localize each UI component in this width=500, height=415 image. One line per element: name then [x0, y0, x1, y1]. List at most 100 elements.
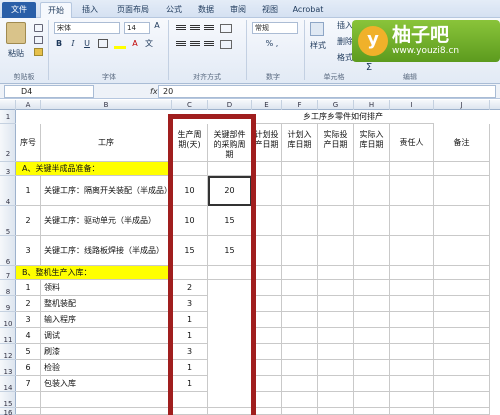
cell[interactable]: [318, 344, 354, 360]
cell[interactable]: [252, 376, 282, 392]
cell[interactable]: [354, 312, 390, 328]
cell[interactable]: [208, 392, 252, 408]
align-top-icon[interactable]: [176, 24, 186, 33]
align-right-icon[interactable]: [204, 40, 214, 49]
cell[interactable]: [354, 360, 390, 376]
row-header[interactable]: 2: [0, 124, 16, 162]
cell[interactable]: [354, 328, 390, 344]
cell[interactable]: [41, 392, 172, 408]
copy-icon[interactable]: [34, 36, 43, 44]
cell[interactable]: [172, 266, 208, 280]
format-painter-icon[interactable]: [34, 48, 43, 56]
column-header[interactable]: F: [282, 100, 318, 110]
row-header[interactable]: 3: [0, 162, 16, 176]
column-header[interactable]: A: [16, 100, 41, 110]
tab-view[interactable]: 视图: [256, 2, 284, 18]
cell[interactable]: [252, 236, 282, 266]
cell[interactable]: [252, 162, 282, 176]
cell[interactable]: [434, 360, 490, 376]
tab-file[interactable]: 文件: [2, 2, 36, 18]
row-process[interactable]: 关键工序：驱动单元（半成品）: [41, 206, 172, 236]
cell[interactable]: [252, 344, 282, 360]
row-cycle[interactable]: 10: [172, 206, 208, 236]
cell[interactable]: [354, 392, 390, 408]
cell[interactable]: [172, 392, 208, 408]
cell[interactable]: [252, 328, 282, 344]
row-purchase[interactable]: 15: [208, 206, 252, 236]
cell[interactable]: [318, 328, 354, 344]
row-cycle[interactable]: 1: [172, 376, 208, 392]
row-seq[interactable]: 4: [16, 328, 41, 344]
row-process[interactable]: 包装入库: [41, 376, 172, 392]
cell[interactable]: [354, 236, 390, 266]
cell[interactable]: [354, 408, 390, 415]
row-header[interactable]: 10: [0, 312, 16, 328]
wrap-text-icon[interactable]: [220, 24, 232, 33]
cell[interactable]: [390, 408, 434, 415]
header-owner[interactable]: 责任人: [390, 124, 434, 162]
cell[interactable]: [282, 206, 318, 236]
cell[interactable]: [318, 312, 354, 328]
number-format-select[interactable]: 常规: [252, 22, 298, 34]
paste-icon[interactable]: [6, 22, 26, 44]
cell[interactable]: [434, 344, 490, 360]
row-header[interactable]: 15: [0, 392, 16, 408]
section-a-label[interactable]: A、关键半成品准备：: [16, 162, 172, 176]
cell[interactable]: [252, 296, 282, 312]
header-plan-store[interactable]: 计划入库日期: [282, 124, 318, 162]
row-seq[interactable]: 5: [16, 344, 41, 360]
row-cycle[interactable]: 3: [172, 296, 208, 312]
align-left-icon[interactable]: [176, 40, 186, 49]
row-header[interactable]: 8: [0, 280, 16, 296]
font-color-icon[interactable]: A: [130, 38, 140, 49]
column-header[interactable]: D: [208, 100, 252, 110]
tab-home[interactable]: 开始: [40, 2, 72, 18]
header-purchase[interactable]: 关键部件的采购周期: [208, 124, 252, 162]
header-cycle[interactable]: 生产周期(天): [172, 124, 208, 162]
tab-page-layout[interactable]: 页面布局: [108, 2, 158, 18]
row-process[interactable]: 刷漆: [41, 344, 172, 360]
cell[interactable]: [252, 360, 282, 376]
italic-button[interactable]: I: [68, 38, 78, 49]
row-header[interactable]: 16: [0, 408, 16, 415]
row-process[interactable]: 关键工序：隔离开关装配（半成品）: [41, 176, 172, 206]
cell[interactable]: [434, 266, 490, 280]
cell[interactable]: [252, 312, 282, 328]
styles-icon[interactable]: [310, 22, 324, 36]
cell[interactable]: [390, 162, 434, 176]
row-cycle[interactable]: 15: [172, 236, 208, 266]
section-b-label[interactable]: B、整机生产入库：: [16, 266, 172, 280]
align-middle-icon[interactable]: [190, 24, 200, 33]
name-box[interactable]: D4: [4, 85, 94, 98]
row-header[interactable]: 7: [0, 266, 16, 280]
font-grow-icon[interactable]: A: [152, 20, 162, 31]
cell[interactable]: [354, 376, 390, 392]
font-name-select[interactable]: 宋体: [54, 22, 120, 34]
header-actual-store[interactable]: 实际入库日期: [354, 124, 390, 162]
cell[interactable]: [172, 408, 208, 415]
cell[interactable]: [208, 162, 252, 176]
row-purchase[interactable]: 15: [208, 236, 252, 266]
cell[interactable]: [318, 296, 354, 312]
row-header[interactable]: 1: [0, 110, 16, 124]
header-actual-put[interactable]: 实际投产日期: [318, 124, 354, 162]
cell[interactable]: [252, 176, 282, 206]
cell[interactable]: [282, 344, 318, 360]
tab-insert[interactable]: 插入: [76, 2, 104, 18]
cell[interactable]: [208, 408, 252, 415]
cell[interactable]: [282, 328, 318, 344]
cell[interactable]: [434, 162, 490, 176]
row-process[interactable]: 输入程序: [41, 312, 172, 328]
cell[interactable]: [252, 266, 282, 280]
bold-button[interactable]: B: [54, 38, 64, 49]
align-center-icon[interactable]: [190, 40, 200, 49]
cell[interactable]: [282, 266, 318, 280]
row-process[interactable]: 关键工序：线路板焊接（半成品）: [41, 236, 172, 266]
row-seq[interactable]: 3: [16, 312, 41, 328]
cell[interactable]: [434, 392, 490, 408]
cell[interactable]: [390, 376, 434, 392]
row-process[interactable]: 整机装配: [41, 296, 172, 312]
row-seq[interactable]: 1: [16, 280, 41, 296]
row-header[interactable]: 12: [0, 344, 16, 360]
select-all-corner[interactable]: [0, 100, 16, 110]
